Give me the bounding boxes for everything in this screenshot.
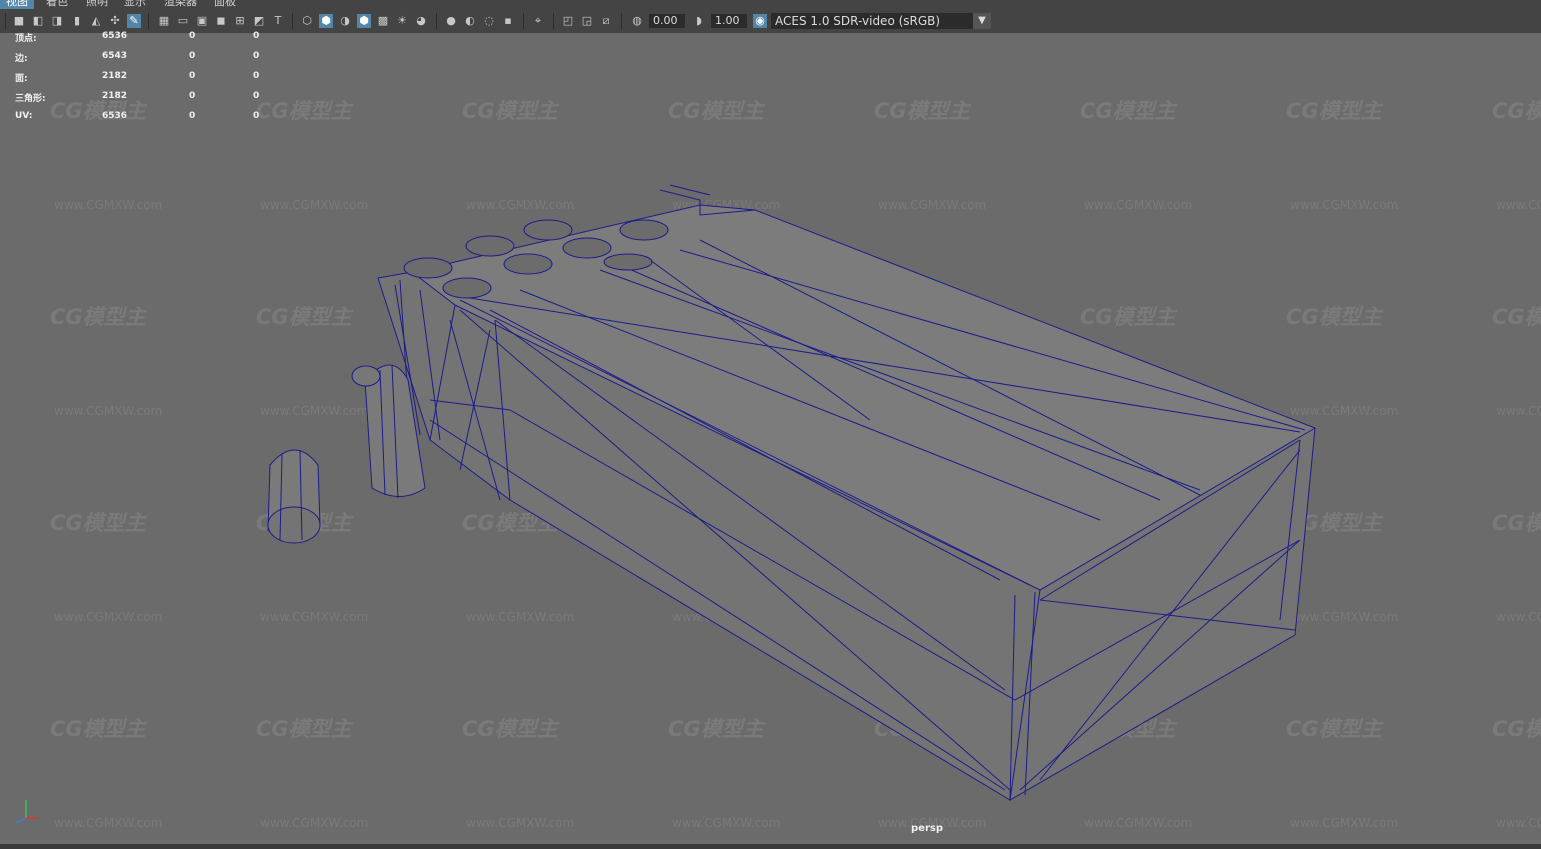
toolbar-separator	[621, 13, 622, 29]
casing	[267, 449, 321, 544]
camera-name-label: persp	[911, 823, 943, 834]
toolbar-separator	[523, 13, 524, 29]
panel-toolbar: ■ ◧ ◨ ▮ ◭ ✣ ✎ ▦ ▭ ▣ ◼ ⊞ ◩ T ⬡ ⬢ ◑ ⬢ ▩ ☀ …	[0, 9, 1541, 33]
image-plane-icon[interactable]: ◭	[89, 14, 103, 28]
hud-value: 0	[189, 51, 196, 61]
hud-value: 0	[253, 91, 260, 101]
safe-action-icon[interactable]: ◩	[252, 14, 266, 28]
hud-label: UV:	[15, 111, 33, 121]
toolbar-separator	[436, 13, 437, 29]
screen-space-ao-icon[interactable]: ●	[444, 14, 458, 28]
toolbar-separator	[292, 13, 293, 29]
cartridge-base	[619, 219, 669, 241]
wireframe-icon[interactable]: ⬡	[300, 14, 314, 28]
field-chart-icon[interactable]: ⊞	[233, 14, 247, 28]
hud-value: 0	[253, 31, 260, 41]
hud-label: 三角形:	[15, 94, 46, 104]
panel-menubar: 视图 着色 照明 显示 渲染器 面板	[0, 0, 1541, 9]
hud-value: 6536	[102, 31, 128, 41]
axis-gizmo	[15, 800, 38, 824]
view-transform-dropdown[interactable]: ACES 1.0 SDR-video (sRGB) ▼	[771, 13, 991, 29]
cartridge-base	[503, 253, 553, 275]
default-material-icon[interactable]: ◑	[338, 14, 352, 28]
view-transform-value: ACES 1.0 SDR-video (sRGB)	[775, 14, 941, 28]
anti-aliasing-icon[interactable]: ◌	[482, 14, 496, 28]
hud-value: 2182	[102, 91, 128, 101]
film-gate-icon[interactable]: ▭	[176, 14, 190, 28]
cartridge-base	[465, 235, 515, 257]
exposure-field[interactable]: 0.00	[649, 14, 685, 28]
cartridge-base	[562, 237, 612, 259]
x-ray-icon[interactable]: ◰	[561, 14, 575, 28]
menu-lighting[interactable]: 照明	[80, 0, 114, 9]
shadows-icon[interactable]: ◕	[414, 14, 428, 28]
color-management-icon[interactable]: ◉	[753, 14, 767, 28]
two-d-pan-icon[interactable]: ✣	[108, 14, 122, 28]
use-all-lights-icon[interactable]: ☀	[395, 14, 409, 28]
hud-value: 6536	[102, 111, 128, 121]
hud-value: 0	[189, 91, 196, 101]
select-camera-icon[interactable]: ■	[12, 14, 26, 28]
hud-value: 6543	[102, 51, 128, 61]
menu-shading[interactable]: 着色	[40, 0, 74, 9]
grid-icon[interactable]: ▦	[157, 14, 171, 28]
menu-show[interactable]: 显示	[118, 0, 152, 9]
wireframe-on-shaded-icon[interactable]: ⬢	[357, 14, 371, 28]
cartridge-base	[603, 253, 653, 271]
hud-value: 0	[253, 111, 260, 121]
gate-mask-icon[interactable]: ◼	[214, 14, 228, 28]
cartridge-base	[403, 257, 453, 279]
hud-label: 面:	[15, 74, 28, 84]
x-ray-joints-icon[interactable]: ◲	[580, 14, 594, 28]
bookmark-icon[interactable]: ▮	[70, 14, 84, 28]
hud-value: 0	[189, 31, 196, 41]
hud-value: 0	[189, 111, 196, 121]
hud-value: 0	[189, 71, 196, 81]
textured-icon[interactable]: ▩	[376, 14, 390, 28]
smooth-shade-icon[interactable]: ⬢	[319, 14, 333, 28]
depth-of-field-icon[interactable]: ▪	[501, 14, 515, 28]
menu-renderer[interactable]: 渲染器	[158, 0, 203, 9]
safe-title-icon[interactable]: T	[271, 14, 285, 28]
cartridge-base	[442, 277, 492, 299]
grease-pencil-icon[interactable]: ✎	[127, 14, 141, 28]
hud-value: 0	[253, 71, 260, 81]
cartridge-base	[523, 219, 573, 241]
hud-label: 顶点:	[15, 34, 37, 44]
toolbar-separator	[5, 13, 6, 29]
menu-view[interactable]: 视图	[0, 0, 34, 9]
motion-blur-icon[interactable]: ◐	[463, 14, 477, 28]
gamma-field[interactable]: 1.00	[711, 14, 747, 28]
toolbar-separator	[553, 13, 554, 29]
bookmarks-icon[interactable]: ◨	[50, 14, 64, 28]
hud-label: 边:	[15, 54, 28, 64]
resolution-gate-icon[interactable]: ▣	[195, 14, 209, 28]
hud-value: 0	[253, 51, 260, 61]
chevron-down-icon[interactable]: ▼	[973, 13, 991, 29]
bottom-strip	[0, 844, 1541, 849]
viewport-persp[interactable]: CG模型主 CG模型主 CG模型主 CG模型主 www.CGMXW.com www.CGM…	[0, 33, 1541, 844]
hud-value: 2182	[102, 71, 128, 81]
exposure-icon[interactable]: ◍	[630, 14, 644, 28]
menu-panels[interactable]: 面板	[208, 0, 242, 9]
x-ray-active-components-icon[interactable]: ⧄	[599, 14, 613, 28]
camera-attributes-icon[interactable]: ◧	[31, 14, 45, 28]
isolate-select-icon[interactable]: ⌖	[531, 14, 545, 28]
toolbar-separator	[148, 13, 149, 29]
wireframe-scene[interactable]	[0, 33, 1541, 844]
gamma-icon[interactable]: ◗	[692, 14, 706, 28]
